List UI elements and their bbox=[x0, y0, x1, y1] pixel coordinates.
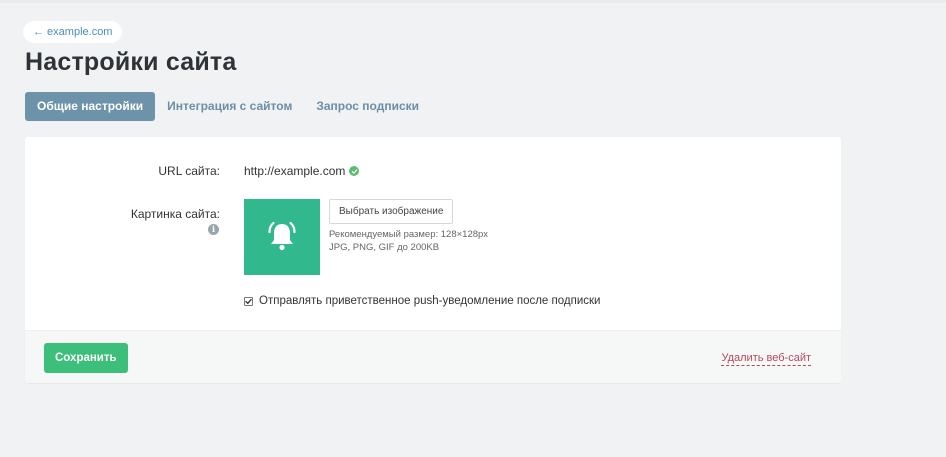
settings-card: URL сайта: http://example.com Картинка с… bbox=[25, 137, 841, 383]
back-link[interactable]: ← example.com bbox=[23, 21, 123, 43]
delete-website-link[interactable]: Удалить веб-сайт bbox=[721, 352, 811, 366]
top-divider bbox=[0, 0, 946, 3]
welcome-push-checkbox[interactable] bbox=[244, 296, 253, 306]
page-title: Настройки сайта bbox=[25, 48, 237, 76]
bell-icon bbox=[268, 221, 296, 251]
tab-general-settings[interactable]: Общие настройки bbox=[25, 92, 156, 121]
card-footer: Сохранить Удалить веб-сайт bbox=[25, 330, 841, 383]
info-icon[interactable]: i bbox=[208, 224, 219, 235]
welcome-push-label: Отправлять приветственное push-уведомлен… bbox=[259, 295, 601, 307]
tab-subscription-request[interactable]: Запрос подписки bbox=[304, 92, 431, 121]
save-button[interactable]: Сохранить bbox=[44, 343, 128, 373]
image-hint-size: Рекомендуемый размер: 128×128px bbox=[329, 229, 489, 240]
site-image-preview bbox=[244, 199, 320, 275]
tab-site-integration[interactable]: Интеграция с сайтом bbox=[155, 92, 304, 121]
image-label: Картинка сайта: bbox=[130, 207, 220, 221]
image-hint-formats: JPG, PNG, GIF до 200KB bbox=[329, 242, 440, 253]
image-hint: Рекомендуемый размер: 128×128px JPG, PNG… bbox=[329, 228, 488, 254]
check-circle-icon bbox=[349, 166, 360, 176]
welcome-push-option[interactable]: Отправлять приветственное push-уведомлен… bbox=[244, 295, 600, 307]
back-link-label: ← example.com bbox=[33, 26, 113, 38]
url-value: http://example.com bbox=[244, 164, 360, 178]
choose-image-button[interactable]: Выбрать изображение bbox=[329, 199, 454, 224]
url-text: http://example.com bbox=[244, 164, 346, 178]
url-label: URL сайта: bbox=[158, 164, 220, 178]
tab-bar: Общие настройки Интеграция с сайтом Запр… bbox=[25, 92, 431, 121]
